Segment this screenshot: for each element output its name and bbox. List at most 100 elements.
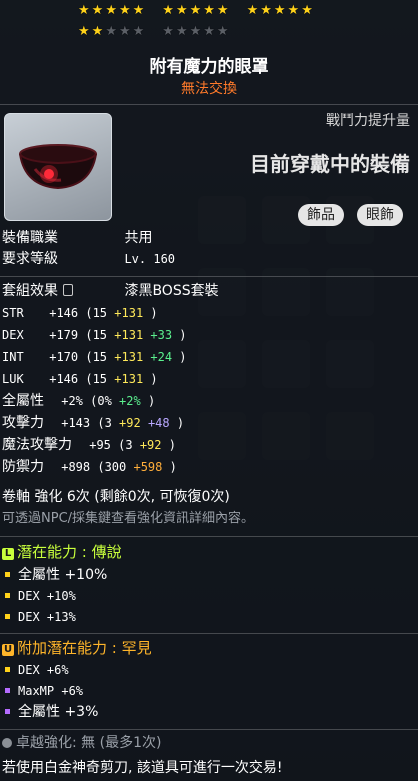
stat-total: +146	[42, 372, 86, 386]
potential-line: 全屬性 +10%	[2, 565, 107, 585]
required-job-label: 裝備職業	[2, 230, 58, 246]
stat-bonus: +131	[114, 306, 151, 320]
scissors-trade-note: 若使用白金神奇剪刀, 該道具可進行一次交易!	[2, 760, 283, 776]
potential-header: L 潛在能力 : 傳說	[2, 542, 122, 562]
potential-line: DEX +13%	[2, 607, 76, 627]
bullet-icon	[5, 687, 10, 693]
potential-line-text: DEX +13%	[18, 610, 76, 624]
required-job-value: 共用	[124, 230, 153, 246]
potential-line-text: DEX +10%	[18, 589, 76, 603]
star-filled-icon: ★	[216, 3, 229, 18]
stat-name: LUK	[2, 372, 24, 386]
stat-total: +95	[82, 438, 119, 452]
item-tooltip: ★ ★ ★ ★ ★ ★ ★ ★ ★ ★ ★ ★ ★ ★ ★ ★ ★ ★ ★ ★ ★ ★ ★ ★ ★ 附有魔力的眼罩 無法交換 戰…	[0, 0, 418, 781]
bullet-icon	[5, 592, 10, 598]
required-job-row: 裝備職業 共用	[2, 228, 152, 248]
divider	[0, 104, 418, 105]
set-effect-label: 套組效果	[2, 283, 58, 299]
stat-row: LUK +146 (15 +131 )	[2, 369, 158, 389]
stat-name: 全屬性	[2, 393, 44, 409]
stat-row: 防禦力 +898 (300 +598 )	[2, 457, 177, 477]
stat-row: STR +146 (15 +131 )	[2, 303, 158, 323]
stat-bonus: +598	[133, 460, 170, 474]
star-empty-icon: ★	[132, 24, 145, 39]
star-empty-icon: ★	[118, 24, 131, 39]
rare-grade-icon: U	[2, 644, 14, 656]
stat-bonus: +48	[147, 416, 177, 430]
stat-base: (15	[85, 306, 115, 320]
set-effect-row[interactable]: 套組效果 漆黑BOSS套裝	[2, 281, 219, 301]
star-filled-icon: ★	[105, 3, 117, 18]
divider	[0, 729, 418, 730]
star-filled-icon: ★	[91, 3, 104, 18]
potential-line-text: 全屬性 +3%	[18, 704, 99, 720]
stat-name: DEX	[2, 328, 24, 342]
set-effect-value: 漆黑BOSS套裝	[124, 283, 219, 299]
star-empty-icon: ★	[105, 24, 117, 39]
divider	[0, 633, 418, 634]
star-filled-icon: ★	[203, 3, 215, 18]
potential-line-text: 全屬性 +10%	[18, 567, 108, 583]
stat-base: (0%	[90, 394, 120, 408]
star-filled-icon: ★	[189, 3, 202, 18]
stat-row: DEX +179 (15 +131 +33 )	[2, 325, 187, 345]
star-filled-icon: ★	[91, 24, 104, 39]
star-filled-icon: ★	[287, 3, 300, 18]
required-level-row: 要求等級 Lv. 160	[2, 249, 175, 269]
category-tag-accessory[interactable]: 飾品	[298, 204, 344, 226]
star-filled-icon: ★	[78, 24, 90, 39]
bonus-potential-header: U 附加潛在能力 : 罕見	[2, 638, 152, 658]
stat-base: (15	[85, 372, 115, 386]
required-level-label: 要求等級	[2, 251, 58, 267]
potential-line: DEX +6%	[2, 660, 69, 680]
star-row: ★ ★ ★ ★ ★ ★ ★ ★ ★ ★ ★ ★ ★ ★ ★	[78, 0, 348, 21]
stat-close: )	[179, 350, 187, 364]
stat-close: )	[168, 438, 176, 452]
star-empty-icon: ★	[189, 24, 202, 39]
item-icon-frame	[4, 113, 112, 221]
bullet-icon	[5, 613, 10, 619]
star-filled-icon: ★	[175, 3, 188, 18]
stat-close: )	[176, 416, 185, 430]
divider	[0, 536, 418, 537]
stat-name: 防禦力	[2, 459, 44, 475]
bullet-icon	[5, 571, 10, 577]
bullet-icon	[5, 708, 10, 714]
stat-name: 攻擊力	[2, 415, 44, 431]
stat-total: +146	[42, 306, 86, 320]
star-filled-icon: ★	[301, 3, 313, 18]
item-name: 附有魔力的眼罩	[149, 57, 269, 77]
stat-total: +2%	[54, 394, 91, 408]
stat-row: INT +170 (15 +131 +24 )	[2, 347, 187, 367]
star-filled-icon: ★	[132, 3, 145, 18]
stat-row: 魔法攻擊力 +95 (3 +92 )	[2, 435, 176, 455]
currently-equipped-label: 目前穿戴中的裝備	[250, 152, 410, 176]
potential-title: 潛在能力 : 傳說	[17, 543, 122, 561]
stat-close: )	[147, 394, 156, 408]
star-group: ★ ★ ★ ★ ★	[247, 4, 313, 17]
stat-bonus: +131	[114, 328, 151, 342]
bonus-potential-title: 附加潛在能力 : 罕見	[17, 639, 152, 657]
potential-line: DEX +10%	[2, 586, 76, 606]
star-filled-icon: ★	[118, 3, 131, 18]
stat-bonus: +33	[150, 328, 180, 342]
stat-base: (3	[97, 416, 120, 430]
stat-total: +143	[54, 416, 98, 430]
stat-base: (15	[85, 350, 115, 364]
stat-bonus: +131	[114, 372, 151, 386]
stat-close: )	[150, 372, 158, 386]
stat-close: )	[169, 460, 177, 474]
exceptional-enhance-text: 卓越強化: 無 (最多1次)	[16, 735, 162, 751]
category-tag-eye-accessory[interactable]: 眼飾	[357, 204, 403, 226]
exceptional-enhance-icon	[2, 738, 12, 748]
required-level-value: Lv. 160	[124, 252, 176, 266]
stat-name: 魔法攻擊力	[2, 437, 72, 453]
stat-bonus: +92	[119, 416, 148, 430]
star-empty-icon: ★	[162, 24, 174, 39]
stat-name: STR	[2, 306, 24, 320]
trade-restriction: 無法交換	[181, 81, 237, 97]
star-empty-icon: ★	[175, 24, 188, 39]
stat-base: (3	[118, 438, 140, 452]
bullet-icon	[5, 666, 10, 672]
star-filled-icon: ★	[273, 3, 286, 18]
